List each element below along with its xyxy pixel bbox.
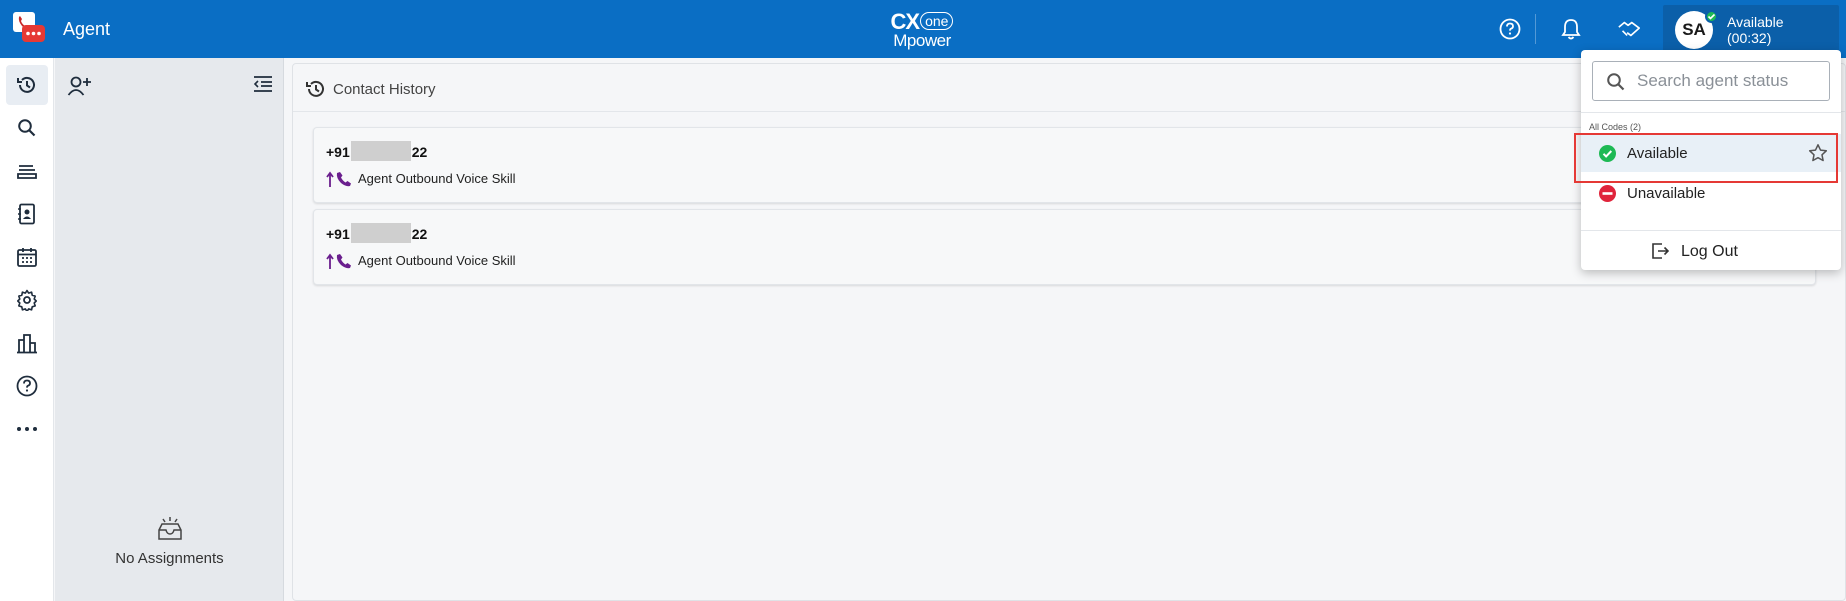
agent-status-text: Available (00:32) [1727,14,1784,46]
brand-one: one [920,12,954,30]
left-nav [0,58,54,601]
status-dot-icon [1705,10,1718,23]
top-divider [1535,14,1536,44]
app-title: Agent [63,19,111,39]
agent-status-button[interactable]: SA Available (00:32) [1663,5,1839,54]
redacted-block [350,223,411,243]
nav-calendar[interactable] [6,237,48,277]
add-assignment-button[interactable] [67,74,93,98]
available-check-icon [1599,145,1616,162]
reports-icon [17,334,37,354]
menu-divider [1581,230,1841,231]
search-icon [1606,72,1626,92]
agent-status-menu: All Codes (2) Available Unavailable Log … [1581,50,1841,270]
brand-mpower: Mpower [893,31,951,50]
status-option-unavailable[interactable]: Unavailable [1581,174,1841,212]
brand-logo: CX one Mpower [886,9,958,50]
contact-skill: Agent Outbound Voice Skill [358,253,516,268]
contact-skill: Agent Outbound Voice Skill [358,171,516,186]
status-option-label: Unavailable [1627,185,1706,202]
agent-status-label: Available [1727,14,1784,30]
handshake-icon[interactable] [1617,17,1641,41]
status-option-label: Available [1627,145,1688,162]
history-icon [305,78,327,100]
assignments-panel: No Assignments [55,58,284,601]
top-bar: Agent CX one Mpower SA Available (00:32) [0,0,1846,58]
nav-more[interactable] [6,409,48,449]
outbound-call-icon [326,252,354,270]
more-icon [17,427,37,431]
nav-queue[interactable] [6,151,48,191]
bell-icon[interactable] [1559,17,1583,41]
app-logo-icon [13,12,47,46]
calendar-icon [17,248,37,267]
outbound-call-icon [326,170,354,188]
status-search-input[interactable] [1637,62,1823,100]
agent-status-timer: (00:32) [1727,30,1772,46]
history-icon [17,76,35,93]
logout-label: Log Out [1681,243,1738,260]
contacts-book-icon [18,203,35,225]
search-icon [18,119,36,137]
logout-button[interactable]: Log Out [1581,232,1841,270]
contact-number-prefix: +91 [326,226,350,242]
contact-number: +91 22 [326,223,427,243]
help-icon[interactable] [1498,17,1522,41]
nav-help[interactable] [6,366,48,406]
contact-number: +91 22 [326,141,427,161]
menu-divider [1581,112,1841,113]
collapse-list-icon [253,76,272,92]
nav-reports[interactable] [6,323,48,363]
nav-contacts[interactable] [6,194,48,234]
contact-number-suffix: 22 [411,226,428,242]
nav-search[interactable] [6,108,48,148]
logout-icon [1651,242,1670,260]
contact-number-suffix: 22 [411,144,428,160]
nav-history[interactable] [6,65,48,105]
redacted-block [350,141,411,161]
collapse-panel-button[interactable] [252,74,274,96]
empty-inbox-icon [156,516,184,542]
star-icon[interactable] [1808,143,1828,163]
settings-icon [17,289,37,311]
queue-icon [17,165,37,179]
status-search-box[interactable] [1592,61,1830,101]
no-assignments-text: No Assignments [115,550,224,567]
status-option-available[interactable]: Available [1581,134,1841,172]
unavailable-block-icon [1599,185,1616,202]
contact-number-prefix: +91 [326,144,350,160]
nav-settings[interactable] [6,280,48,320]
codes-label: All Codes (2) [1589,122,1642,132]
help-icon [16,375,38,397]
page-title: Contact History [333,81,436,98]
add-person-icon [67,76,91,96]
